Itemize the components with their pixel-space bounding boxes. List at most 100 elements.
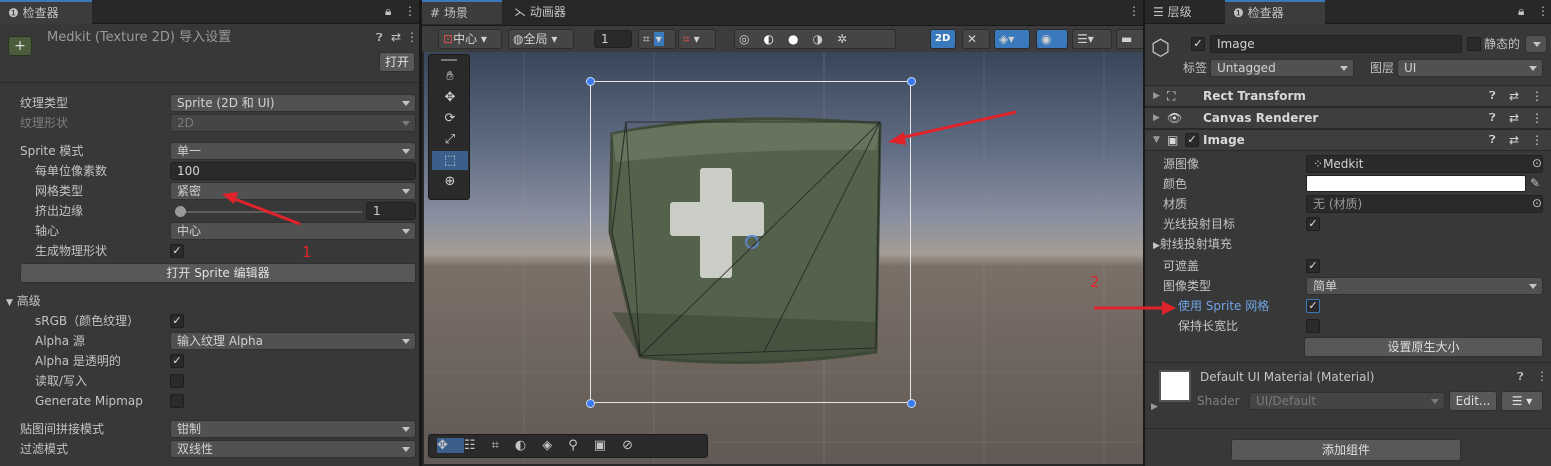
preset-icon[interactable]: ⇄ — [1509, 86, 1519, 106]
overlay-move-icon[interactable]: ✥ — [437, 438, 464, 453]
overlay-layers-icon[interactable]: ◈ — [542, 438, 568, 453]
component-canvas-renderer[interactable]: ▶ 👁︎ Canvas Renderer ❓︎ ⇄ ⋮ — [1145, 107, 1551, 129]
material-name: Default UI Material (Material) — [1200, 370, 1375, 384]
object-name-field[interactable]: Image — [1210, 35, 1462, 53]
color-swatch[interactable] — [1306, 175, 1526, 192]
mode-2d-toggle[interactable]: 2D — [930, 29, 956, 49]
image-type-dropdown[interactable]: 简单 — [1306, 277, 1543, 295]
raycast-padding-foldout[interactable]: ▶射线投射填充 — [1153, 236, 1232, 254]
preset-icon[interactable]: ⇄ — [1509, 130, 1519, 150]
move-tool[interactable]: ✥ — [432, 88, 468, 108]
component-rect-transform[interactable]: ▶ ⛶ Rect Transform ❓︎ ⇄ ⋮ — [1145, 85, 1551, 107]
component-image[interactable]: ▼ ▣ Image ❓︎ ⇄ ⋮ — [1145, 129, 1551, 151]
wireframe-icon: ◎ — [739, 32, 764, 46]
tab-scene[interactable]: # 场景 — [422, 0, 502, 24]
rect-transform-icon: ⛶ — [1167, 89, 1176, 103]
object-picker-icon[interactable]: ⊙ — [1532, 156, 1542, 170]
use-sprite-mesh-checkbox[interactable] — [1306, 299, 1320, 313]
annotation-arrow-2 — [1094, 301, 1176, 315]
rotate-tool[interactable]: ⟳ — [432, 109, 468, 129]
space-dropdown[interactable]: ◍全局 ▾ — [508, 29, 574, 49]
more-icon[interactable]: ⋮ — [1128, 4, 1140, 18]
lighting-icon: ◑ — [812, 32, 837, 46]
more-icon[interactable]: ⋮ — [1531, 130, 1543, 150]
overlay-panel-icon[interactable]: ☷ — [464, 438, 492, 453]
lighting-toggle[interactable]: ✕ — [962, 29, 990, 49]
shader-edit-button[interactable]: Edit... — [1449, 391, 1497, 411]
material-label: 材质 — [1163, 197, 1188, 211]
material-field[interactable]: 无 (材质) — [1306, 195, 1543, 213]
annotation-label-2: 2 — [1090, 273, 1100, 291]
tag-dropdown[interactable]: Untagged — [1210, 59, 1354, 77]
scale-tool[interactable]: ⤢ — [432, 130, 468, 150]
shader-label: Shader — [1197, 394, 1240, 408]
use-sprite-mesh-label: 使用 Sprite 网格 — [1178, 299, 1270, 313]
unlit-icon: ● — [787, 32, 813, 46]
overlay-grid-icon[interactable]: ⌗ — [492, 438, 515, 453]
help-icon[interactable]: ❓︎ — [1489, 86, 1496, 106]
foldout-closed-icon: ▶ — [1153, 241, 1160, 251]
pivot-mode-dropdown[interactable]: ⊡中心 ▾ — [438, 29, 502, 49]
maskable-label: 可遮盖 — [1163, 259, 1200, 273]
static-checkbox[interactable] — [1467, 37, 1481, 51]
preserve-aspect-checkbox[interactable] — [1306, 319, 1320, 333]
object-picker-icon[interactable]: ⊙ — [1532, 196, 1542, 210]
static-dropdown[interactable] — [1525, 35, 1547, 53]
image-enabled-checkbox[interactable] — [1185, 133, 1199, 147]
eyedropper-icon[interactable]: ✎ — [1530, 176, 1540, 190]
increment-snap-icon: ⌗ — [683, 32, 690, 46]
shader-menu-button[interactable]: ☰ ▾ — [1501, 391, 1543, 411]
preserve-aspect-label: 保持长宽比 — [1178, 319, 1239, 333]
draw-mode-group[interactable]: ◎◐●◑✲ — [734, 29, 896, 49]
static-label: 静态的 — [1484, 37, 1521, 51]
hand-icon: ✋︎ — [446, 69, 454, 84]
lock-icon[interactable]: 🔒︎ — [1518, 4, 1524, 19]
source-image-field[interactable]: ⁘Medkit — [1306, 155, 1543, 173]
help-icon[interactable]: ❓︎ — [1517, 370, 1524, 384]
annotation-arrow-1 — [222, 192, 301, 226]
set-native-size-button[interactable]: 设置原生大小 — [1304, 337, 1543, 357]
foldout-closed-icon[interactable]: ▶ — [1151, 402, 1158, 412]
help-icon[interactable]: ❓︎ — [1489, 130, 1496, 150]
transform-tool[interactable]: ⊕ — [432, 172, 468, 192]
layers-dropdown[interactable]: ☰▾ — [1072, 29, 1112, 49]
snap-toggle[interactable]: ⌗ ▾ — [638, 29, 676, 49]
maskable-checkbox[interactable] — [1306, 259, 1320, 273]
camera-icon: ▬ — [1121, 32, 1133, 46]
hand-tool[interactable]: ✋︎ — [432, 67, 468, 87]
visibility-toggle[interactable]: ◉ — [1036, 29, 1068, 49]
tab-animator[interactable]: ⋋ 动画器 — [506, 0, 586, 24]
preset-icon[interactable]: ⇄ — [1509, 108, 1519, 128]
stack-icon: ☰ — [1077, 32, 1088, 46]
gameobject-cube-icon: ⬡ — [1151, 36, 1171, 61]
more-icon[interactable]: ⋮ — [1531, 108, 1543, 128]
shaded-icon: ◐ — [763, 32, 788, 46]
drag-handle[interactable] — [441, 59, 457, 61]
pivot-icon: ⊡ — [443, 32, 454, 46]
active-checkbox[interactable] — [1191, 37, 1205, 51]
scene-viewport[interactable]: ✋︎ ✥ ⟳ ⤢ ⬚ ⊕ ✥☷⌗◐◈⚲▣⊘ — [424, 52, 1143, 464]
more-icon[interactable]: ⋮ — [1537, 4, 1549, 18]
camera-dropdown[interactable]: ▬ — [1116, 29, 1143, 49]
audio-effects-toggle[interactable]: ◈▾ — [994, 29, 1030, 49]
add-component-button[interactable]: 添加组件 — [1231, 439, 1461, 461]
foldout-closed-icon: ▶ — [1153, 113, 1160, 123]
overlay-search-icon[interactable]: ⚲ — [568, 438, 594, 453]
light-off-icon: ✕ — [967, 32, 978, 46]
more-icon[interactable]: ⋮ — [1531, 86, 1543, 106]
more-icon[interactable]: ⋮ — [1536, 369, 1548, 383]
rect-tool[interactable]: ⬚ — [432, 151, 468, 171]
tab-inspector-right[interactable]: ❶ 检查器 — [1225, 0, 1325, 24]
help-icon[interactable]: ❓︎ — [1489, 108, 1496, 128]
increment-snap-toggle[interactable]: ⌗ ▾ — [678, 29, 716, 49]
raycast-target-checkbox[interactable] — [1306, 217, 1320, 231]
layer-dropdown[interactable]: UI — [1397, 59, 1543, 77]
overlay-camera-icon[interactable]: ▣ — [594, 438, 622, 453]
grid-snap-field[interactable]: 1 — [594, 30, 632, 48]
tab-hierarchy[interactable]: ☰ 层级 — [1145, 0, 1223, 24]
divider — [1145, 428, 1551, 429]
overlay-shade-icon[interactable]: ◐ — [515, 438, 542, 453]
animator-icon: ⋋ — [514, 5, 526, 19]
overlay-compass-icon[interactable]: ⊘ — [622, 438, 649, 453]
right-tabbar: ☰ 层级 ❶ 检查器 🔒︎ ⋮ — [1145, 0, 1551, 24]
